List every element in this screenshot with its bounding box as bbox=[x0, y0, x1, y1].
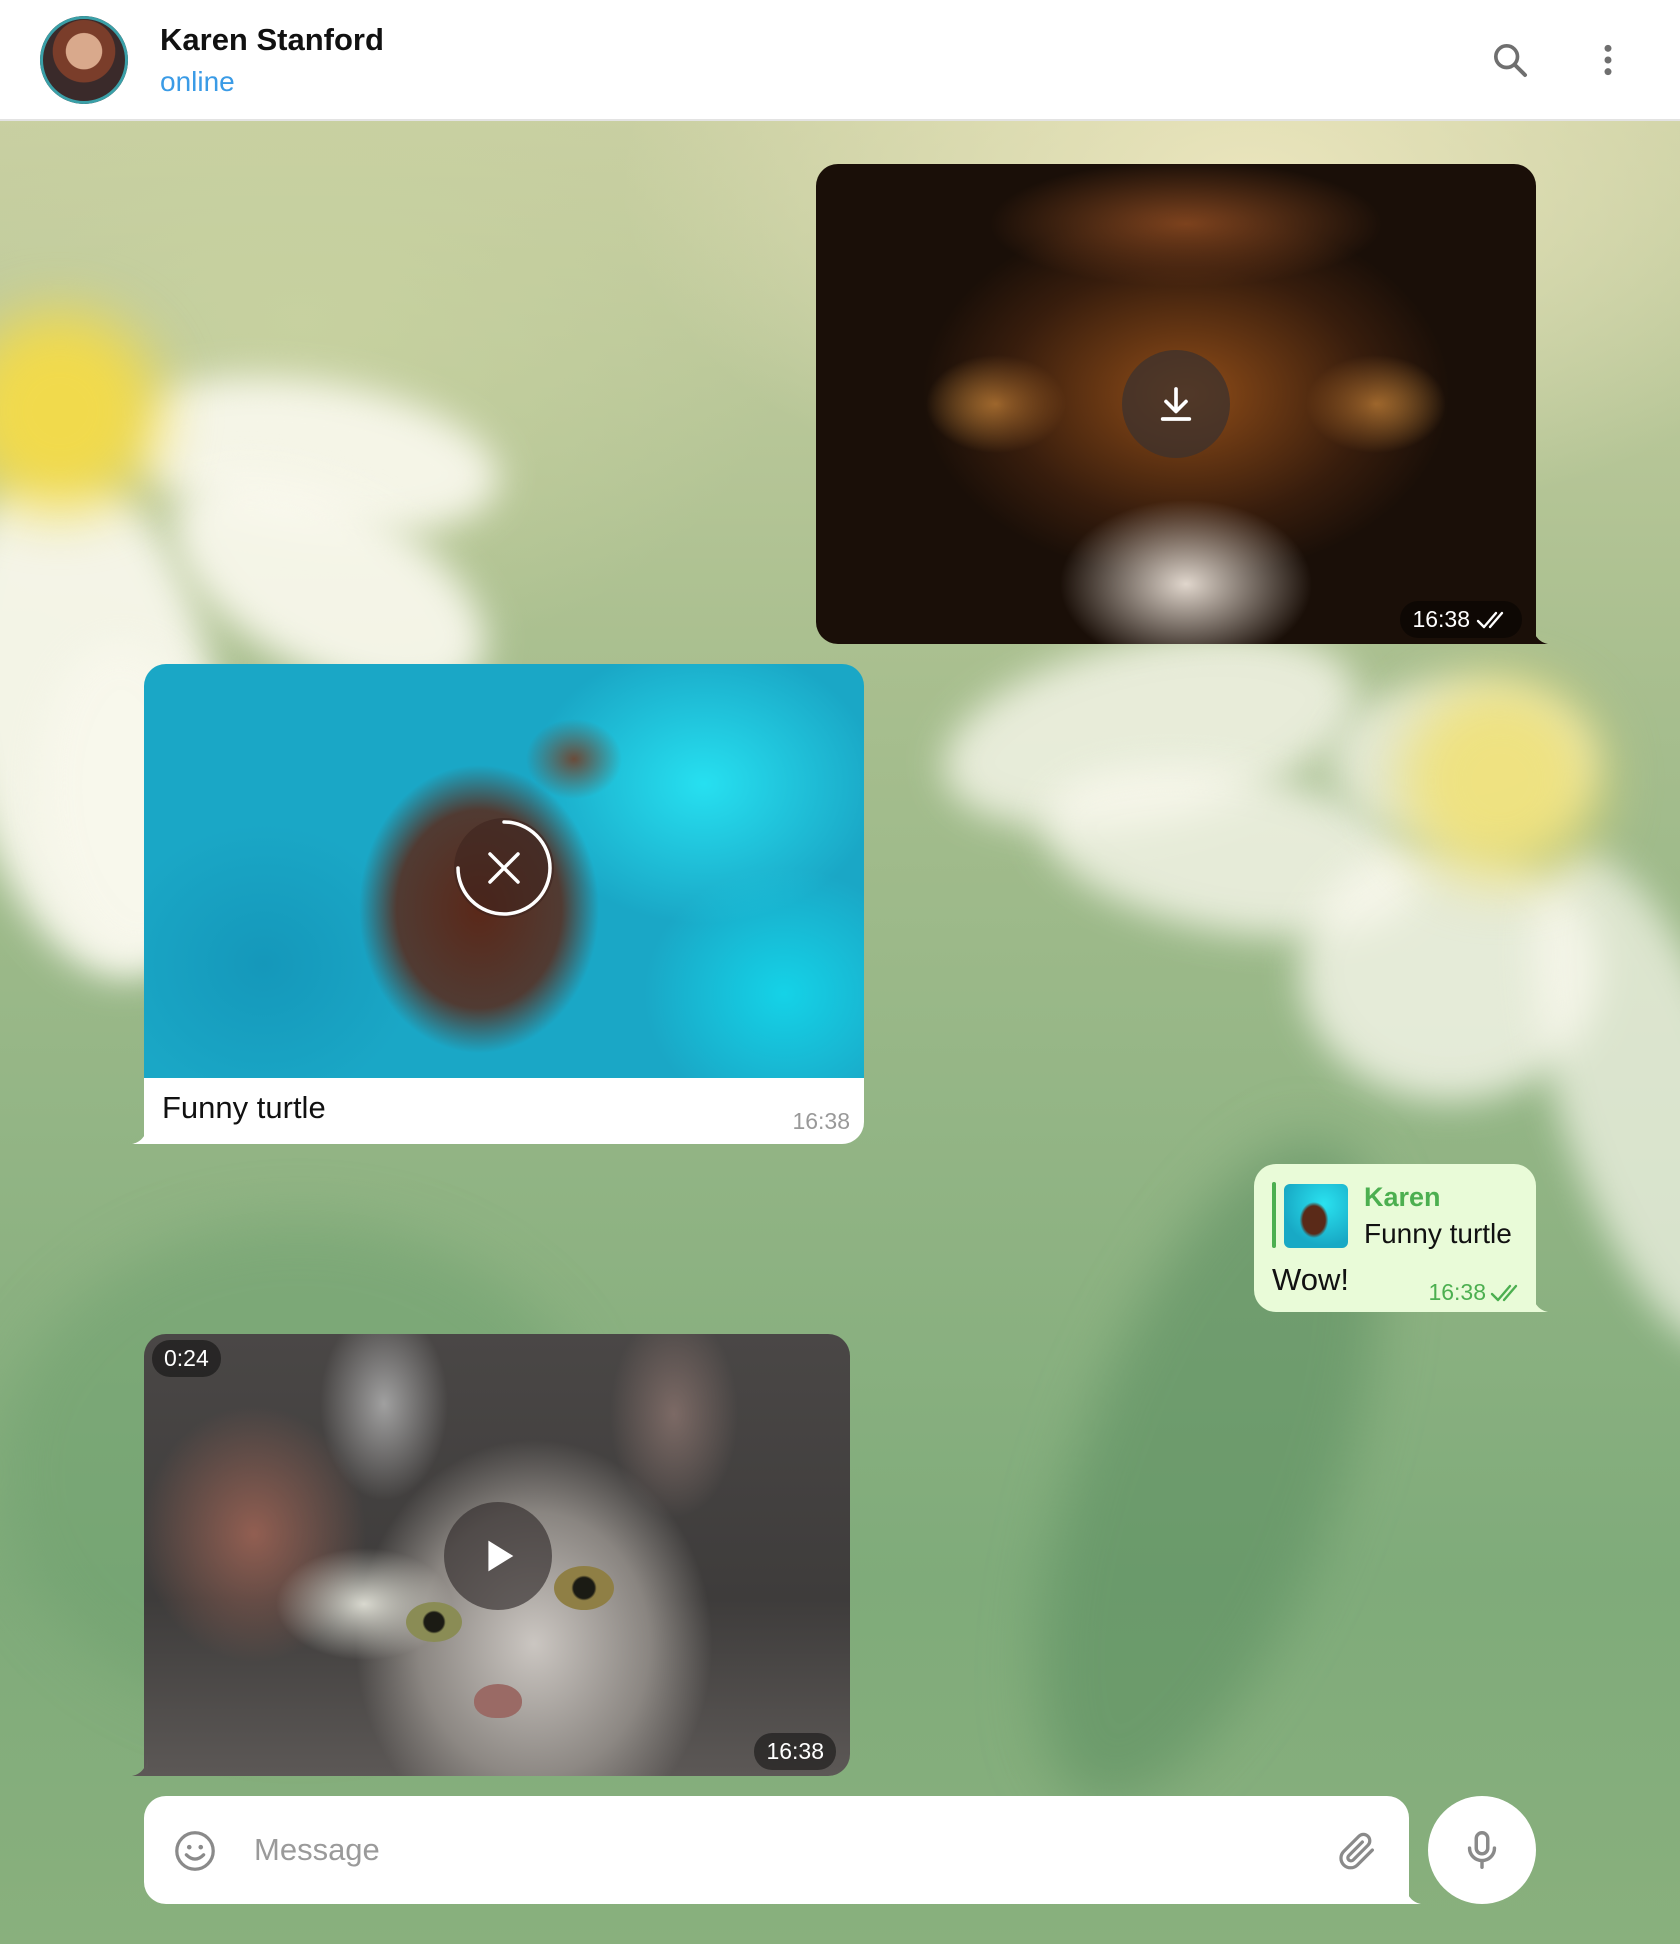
search-button[interactable] bbox=[1480, 30, 1540, 90]
reply-text: Funny turtle bbox=[1364, 1218, 1512, 1249]
bubble-tail bbox=[1532, 620, 1548, 644]
cat-eye-left bbox=[406, 1602, 462, 1642]
caption-area: Funny turtle 16:38 bbox=[144, 1078, 864, 1144]
paperclip-icon bbox=[1339, 1832, 1374, 1870]
chat-header: Karen Stanford online bbox=[0, 0, 1680, 121]
more-options-button[interactable] bbox=[1578, 30, 1638, 90]
bubble-tail bbox=[132, 1120, 148, 1144]
bubble-tail bbox=[1532, 1288, 1548, 1312]
play-button[interactable] bbox=[444, 1502, 552, 1610]
attach-button[interactable] bbox=[1330, 1824, 1384, 1878]
cancel-download-button[interactable] bbox=[454, 818, 554, 918]
message-composer bbox=[144, 1796, 1421, 1904]
message-time: 16:38 bbox=[1428, 1279, 1486, 1305]
microphone-icon bbox=[1467, 1831, 1497, 1869]
reply-bar bbox=[1272, 1182, 1276, 1248]
emoji-button[interactable] bbox=[170, 1826, 220, 1876]
message-outgoing-text[interactable]: Karen Funny turtle Wow! 16:38 bbox=[1254, 1164, 1548, 1312]
download-button[interactable] bbox=[1122, 350, 1230, 458]
message-meta: 16:38 bbox=[1428, 1279, 1524, 1306]
cat-eye-right bbox=[554, 1566, 614, 1610]
message-incoming-video[interactable]: 0:24 16:38 bbox=[132, 1334, 850, 1776]
composer-tail bbox=[1405, 1880, 1421, 1904]
download-icon bbox=[1160, 387, 1192, 421]
reply-preview[interactable]: Karen Funny turtle bbox=[1272, 1182, 1522, 1249]
contact-name[interactable]: Karen Stanford bbox=[160, 22, 384, 58]
time-text: 16:38 bbox=[1412, 606, 1470, 632]
search-icon bbox=[1494, 44, 1527, 77]
play-icon bbox=[488, 1540, 514, 1572]
emoji-icon bbox=[175, 1831, 215, 1871]
bubble-tail bbox=[132, 1752, 148, 1776]
message-time: 16:38 bbox=[792, 1108, 850, 1134]
message-incoming-photo[interactable]: Funny turtle 16:38 bbox=[132, 664, 864, 1144]
message-text: Wow! bbox=[1272, 1262, 1349, 1297]
avatar[interactable] bbox=[40, 16, 128, 104]
photo-caption: Funny turtle bbox=[162, 1090, 326, 1125]
reply-author: Karen bbox=[1364, 1182, 1441, 1212]
message-outgoing-photo[interactable]: 16:38 bbox=[816, 164, 1548, 644]
cat-nose bbox=[474, 1684, 522, 1718]
message-time: 16:38 bbox=[1400, 601, 1522, 638]
message-time: 16:38 bbox=[754, 1733, 836, 1770]
voice-record-button[interactable] bbox=[1428, 1796, 1536, 1904]
double-check-icon bbox=[1490, 1284, 1518, 1301]
reply-thumbnail bbox=[1284, 1184, 1348, 1248]
double-check-icon bbox=[1476, 611, 1504, 628]
contact-status: online bbox=[160, 66, 235, 97]
close-icon bbox=[456, 820, 552, 916]
more-vertical-icon bbox=[1604, 44, 1612, 76]
video-duration: 0:24 bbox=[152, 1340, 221, 1377]
message-input[interactable] bbox=[254, 1824, 1254, 1876]
